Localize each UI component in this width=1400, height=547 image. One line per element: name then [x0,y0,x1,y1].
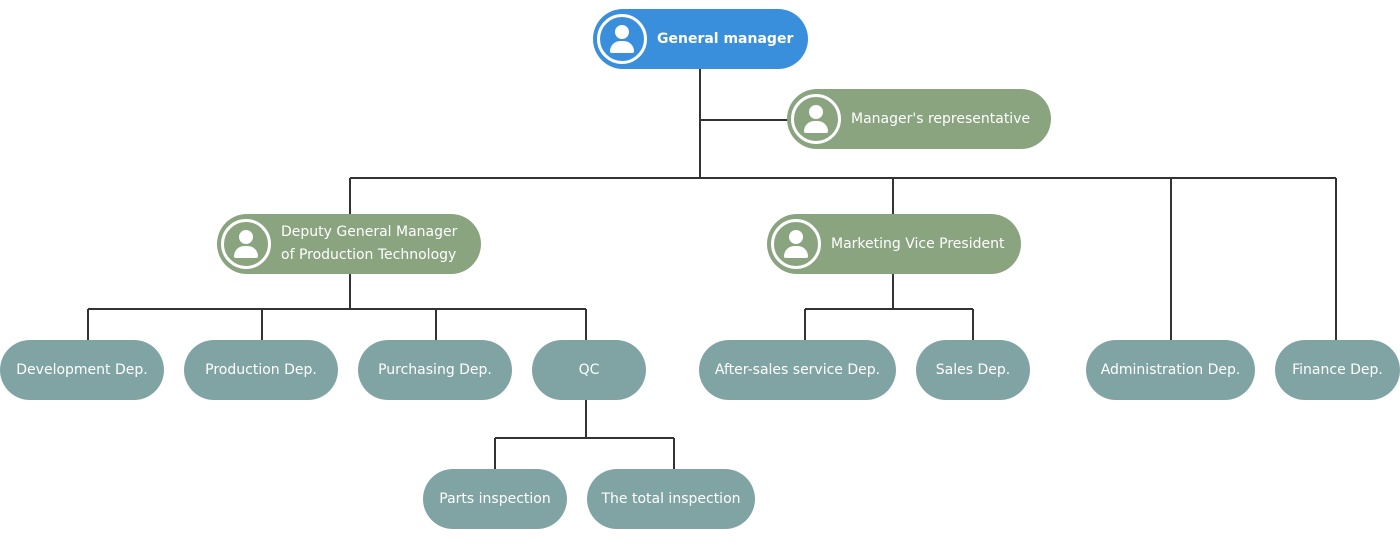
node-label: Purchasing Dep. [378,361,492,378]
person-icon [221,219,271,269]
node-label: Parts inspection [439,490,551,507]
person-icon [597,14,647,64]
node-development-dep[interactable]: Development Dep. [0,340,164,400]
node-sales-dep[interactable]: Sales Dep. [916,340,1030,400]
node-marketing-vice-president[interactable]: Marketing Vice President [767,214,1021,274]
node-general-manager[interactable]: General manager [593,9,808,69]
person-icon [791,94,841,144]
node-label: After-sales service Dep. [714,361,881,378]
node-label: Deputy General Manager of Production Tec… [281,221,457,267]
node-label: Manager's representative [851,110,1031,127]
node-label-line2: of Production Technology [281,247,457,263]
node-total-inspection[interactable]: The total inspection [587,469,755,529]
node-administration-dep[interactable]: Administration Dep. [1086,340,1255,400]
node-production-dep[interactable]: Production Dep. [184,340,338,400]
node-label: Production Dep. [205,361,317,378]
node-label: General manager [657,30,794,47]
node-after-sales-service-dep[interactable]: After-sales service Dep. [699,340,896,400]
connector-lines [87,68,1337,469]
node-finance-dep[interactable]: Finance Dep. [1275,340,1400,400]
node-label: QC [578,361,600,378]
node-label-line1: Deputy General Manager [281,224,458,240]
node-label: Sales Dep. [935,361,1011,378]
node-purchasing-dep[interactable]: Purchasing Dep. [358,340,512,400]
node-deputy-general-manager[interactable]: Deputy General Manager of Production Tec… [217,214,481,274]
node-label: Marketing Vice President [831,235,1005,252]
person-icon [771,219,821,269]
node-label: The total inspection [601,490,741,507]
node-qc[interactable]: QC [532,340,646,400]
node-label: Development Dep. [16,361,148,378]
node-label: Administration Dep. [1100,361,1241,378]
node-parts-inspection[interactable]: Parts inspection [423,469,567,529]
node-label: Finance Dep. [1292,361,1383,378]
node-managers-representative[interactable]: Manager's representative [787,89,1051,149]
